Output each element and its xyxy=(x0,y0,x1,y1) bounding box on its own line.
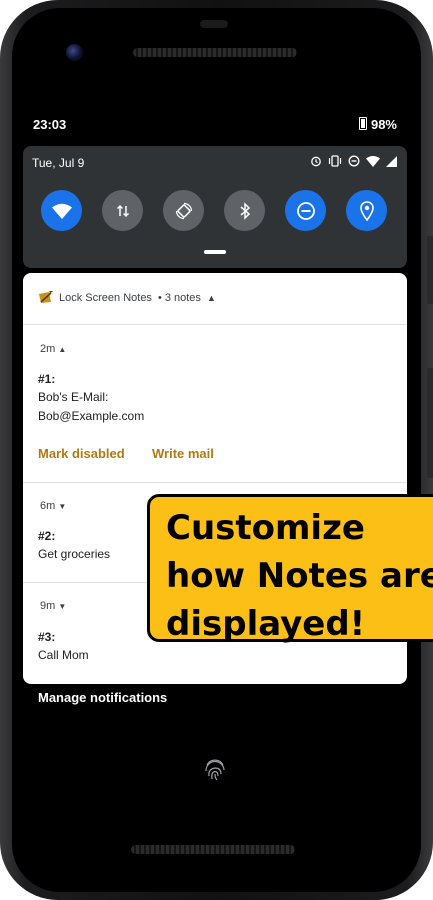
notes-count: • 3 notes xyxy=(157,291,201,304)
tile-mobile-data[interactable] xyxy=(102,190,143,231)
wifi-signal-icon xyxy=(366,155,380,170)
qs-status-icons xyxy=(310,155,397,170)
divider xyxy=(23,324,407,325)
manage-notifications-button[interactable]: Manage notifications xyxy=(38,690,167,705)
earpiece-slot xyxy=(200,20,228,28)
bottom-speaker-grille xyxy=(131,845,295,854)
notification-header[interactable]: Lock Screen Notes • 3 notes ▲ xyxy=(38,291,216,304)
note-1-body: Bob's E-Mail: Bob@Example.com xyxy=(38,390,145,423)
collapse-chevron-icon[interactable]: ▲ xyxy=(207,293,216,303)
promo-line-1: Customize xyxy=(166,508,365,548)
rotate-icon xyxy=(175,202,192,219)
location-pin-icon xyxy=(359,200,374,221)
dnd-status-icon xyxy=(348,155,360,170)
mark-disabled-button[interactable]: Mark disabled xyxy=(38,446,125,461)
cell-signal-icon xyxy=(386,155,397,170)
tile-location[interactable] xyxy=(346,190,387,231)
note-3-time[interactable]: 9m ▼ xyxy=(40,600,66,612)
app-name: Lock Screen Notes xyxy=(59,291,152,304)
promo-line-2: how Notes are xyxy=(166,556,433,596)
status-battery: 98% xyxy=(358,117,397,132)
fingerprint-icon[interactable] xyxy=(202,756,228,782)
battery-icon xyxy=(358,117,367,130)
divider xyxy=(23,482,407,483)
chevron-down-icon: ▼ xyxy=(58,602,67,611)
tile-bluetooth[interactable] xyxy=(224,190,265,231)
wifi-icon xyxy=(51,203,72,219)
do-not-disturb-icon xyxy=(296,201,315,220)
vibrate-icon xyxy=(328,155,342,170)
top-speaker-grille xyxy=(133,48,297,57)
tile-wifi[interactable] xyxy=(41,190,82,231)
note-3-body: Call Mom xyxy=(38,648,89,662)
note-2-body: Get groceries xyxy=(38,547,111,561)
front-camera xyxy=(66,44,83,61)
promo-line-3: displayed! xyxy=(166,604,366,644)
note-1-title: #1: xyxy=(38,372,56,386)
volume-button xyxy=(427,236,433,304)
status-time: 23:03 xyxy=(33,117,67,132)
promo-callout: Customize how Notes are displayed! xyxy=(147,494,433,644)
data-transfer-icon xyxy=(116,204,129,217)
note-2-title: #2: xyxy=(38,529,56,543)
chevron-up-icon: ▲ xyxy=(58,345,67,354)
tile-auto-rotate[interactable] xyxy=(163,190,204,231)
phone-frame: 23:03 98% Tue, Jul 9 Lock Screen Notes •… xyxy=(0,0,433,900)
note-3-title: #3: xyxy=(38,630,56,644)
note-2-time[interactable]: 6m ▼ xyxy=(40,500,66,512)
qs-date: Tue, Jul 9 xyxy=(32,156,85,170)
power-button xyxy=(427,368,433,478)
expand-handle[interactable] xyxy=(204,250,226,254)
battery-percent: 98% xyxy=(370,117,397,132)
bluetooth-icon xyxy=(240,201,250,220)
note-1-time[interactable]: 2m ▲ xyxy=(40,343,66,355)
quick-settings-panel: Tue, Jul 9 xyxy=(23,146,407,268)
alarm-icon xyxy=(310,155,322,170)
write-mail-button[interactable]: Write mail xyxy=(152,446,214,461)
tile-do-not-disturb[interactable] xyxy=(285,190,326,231)
app-icon xyxy=(39,291,53,303)
chevron-down-icon: ▼ xyxy=(58,502,67,511)
